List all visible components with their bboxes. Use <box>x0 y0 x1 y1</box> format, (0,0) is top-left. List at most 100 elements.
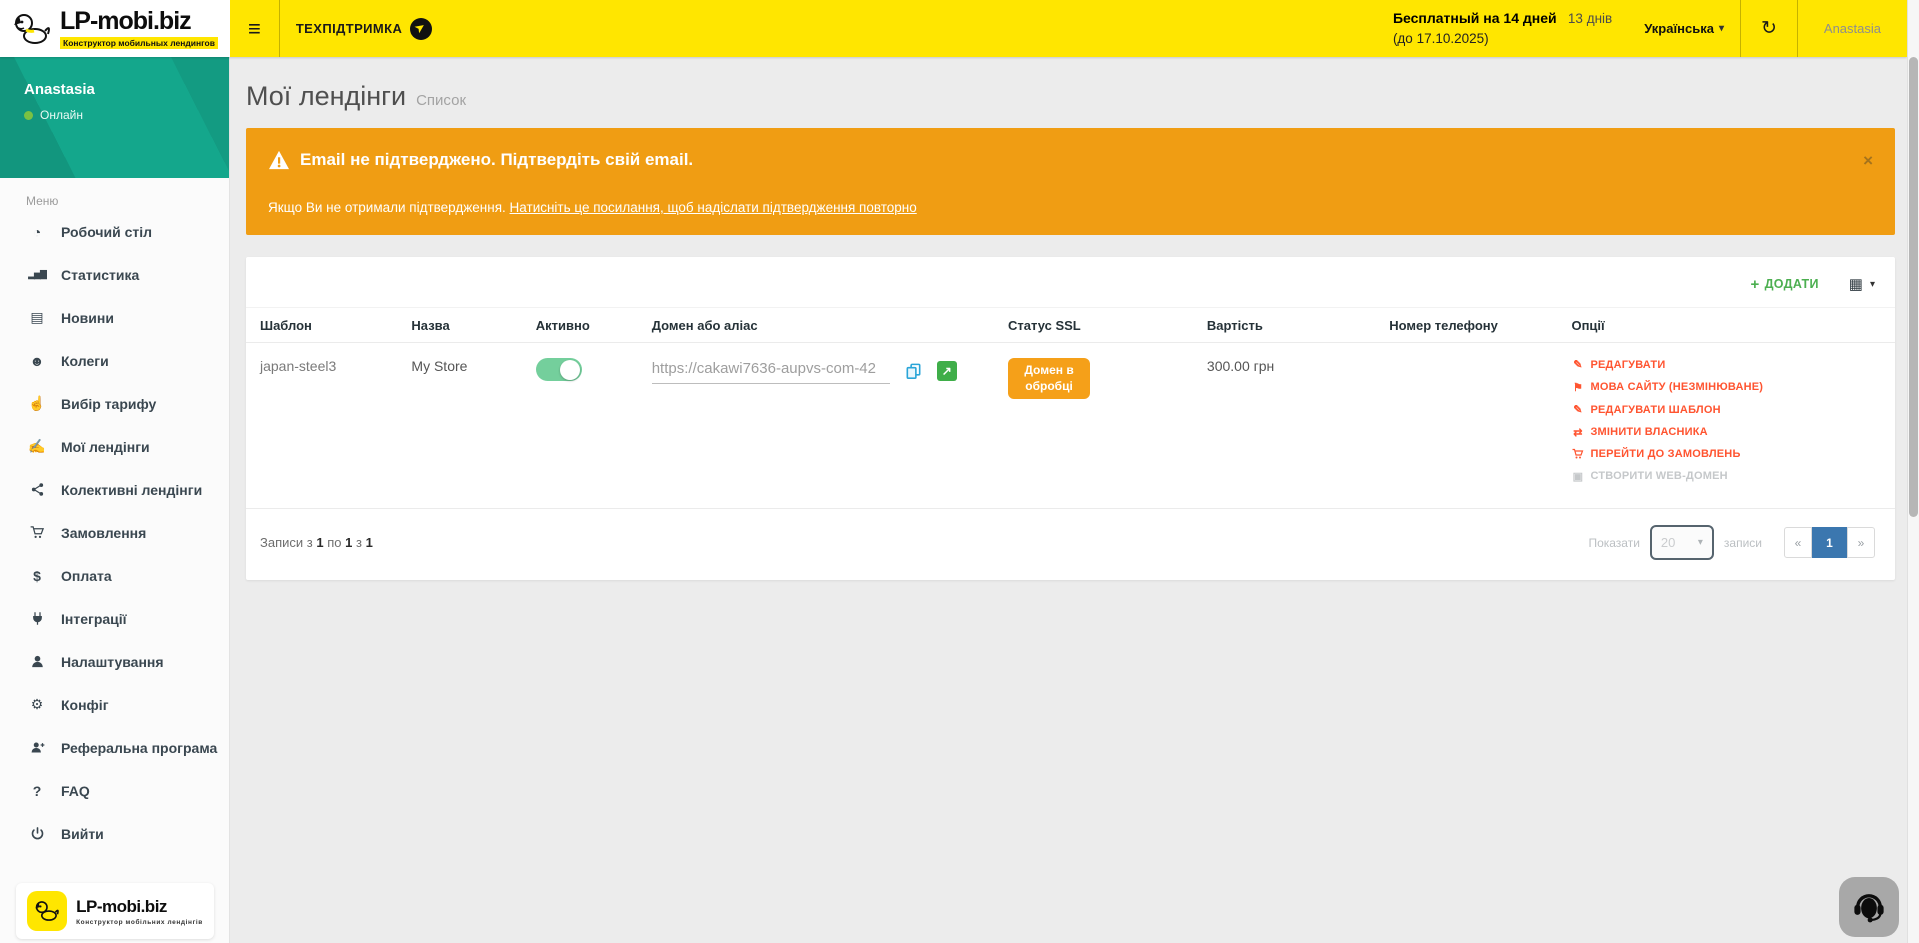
grid-icon: ▦ <box>1849 275 1863 293</box>
sidebar-item-faq[interactable]: ? FAQ <box>0 769 229 812</box>
option-change-owner[interactable]: ⇄ ЗМІНИТИ ВЛАСНИКА <box>1571 426 1887 439</box>
option-site-language[interactable]: ⚑ МОВА САЙТУ (НЕЗМІНЮВАНЕ) <box>1571 381 1887 394</box>
support-label: ТЕХПІДТРИМКА <box>296 21 402 36</box>
sidebar-username: Anastasia <box>24 81 229 98</box>
ssl-status-badge: Домен в обробці <box>1008 358 1090 399</box>
sidebar-item-collective-landings[interactable]: Колективні лендінги <box>0 468 229 511</box>
news-icon: ▤ <box>26 309 48 326</box>
per-page-select[interactable]: 20 ▾ <box>1650 525 1714 560</box>
cell-options: ✎ РЕДАГУВАТИ ⚑ МОВА САЙТУ (НЕЗМІНЮВАНЕ) … <box>1563 343 1895 503</box>
warning-icon <box>268 150 290 170</box>
page-scrollbar[interactable] <box>1907 0 1919 943</box>
refresh-button[interactable]: ↻ <box>1741 0 1797 57</box>
records-summary: Записи з 1 по 1 з 1 <box>260 535 373 550</box>
cart-icon <box>1571 448 1584 460</box>
menu-section-label: Меню <box>26 194 229 208</box>
support-chat-button[interactable] <box>1839 877 1899 937</box>
add-landing-button[interactable]: + ДОДАТИ <box>1751 276 1819 293</box>
cart-icon <box>26 525 48 540</box>
pager-page-1[interactable]: 1 <box>1812 527 1847 558</box>
active-toggle[interactable] <box>536 358 582 381</box>
sidebar-item-dashboard[interactable]: ◔ Робочий стіл <box>0 210 229 253</box>
option-go-to-orders[interactable]: ПЕРЕЙТИ ДО ЗАМОВЛЕНЬ <box>1571 448 1887 460</box>
edit-icon: ✎ <box>1571 403 1584 416</box>
domain-input[interactable] <box>652 358 890 384</box>
col-options: Опції <box>1563 308 1895 343</box>
sidebar-item-colleagues[interactable]: ☻ Колеги <box>0 339 229 382</box>
language-selector[interactable]: Українська ▾ <box>1628 0 1740 57</box>
online-status-dot <box>24 111 33 120</box>
cell-template: japan-steel3 <box>246 343 403 503</box>
plus-icon: + <box>1751 276 1760 293</box>
logo-tagline: Конструктор мобильных лендингов <box>60 37 218 49</box>
landings-table: Шаблон Назва Активно Домен або аліас Ста… <box>246 307 1895 502</box>
trial-days-left: 13 днів <box>1568 11 1612 26</box>
caret-down-icon: ▾ <box>1870 279 1875 290</box>
col-ssl-status: Статус SSL <box>1000 308 1199 343</box>
language-icon: ⚑ <box>1571 381 1584 394</box>
email-alert: Email не підтверджено. Підтвердіть свій … <box>246 128 1895 235</box>
share-icon <box>26 482 48 497</box>
alert-title: Email не підтверджено. Підтвердіть свій … <box>300 150 693 170</box>
pager-prev-button[interactable]: « <box>1784 527 1812 558</box>
table-toolbar: + ДОДАТИ ▦ ▾ <box>246 257 1895 307</box>
alert-body: Якщо Ви не отримали підтвердження. <box>268 200 506 215</box>
column-settings-button[interactable]: ▦ ▾ <box>1849 275 1875 293</box>
alert-close-button[interactable]: × <box>1863 152 1873 169</box>
option-edit-template[interactable]: ✎ РЕДАГУВАТИ ШАБЛОН <box>1571 403 1887 416</box>
users-icon: ☻ <box>26 353 48 369</box>
show-label: Показати <box>1588 536 1639 550</box>
page-subtitle: Список <box>416 92 466 109</box>
resend-confirmation-link[interactable]: Натисніть це посилання, щоб надіслати пі… <box>510 200 917 215</box>
scrollbar-thumb[interactable] <box>1909 57 1918 517</box>
plug-icon <box>26 611 48 626</box>
gears-icon: ⚙ <box>26 696 48 713</box>
table-footer: Записи з 1 по 1 з 1 Показати 20 ▾ записи… <box>246 508 1895 580</box>
hand-pointer-icon: ☝ <box>26 395 48 412</box>
topbar: LP-mobi.biz Конструктор мобильных лендин… <box>0 0 1907 57</box>
sidebar-item-integrations[interactable]: Інтеграції <box>0 597 229 640</box>
refresh-icon: ↻ <box>1761 17 1777 40</box>
headset-icon <box>1851 889 1887 925</box>
open-landing-button[interactable]: ↗ <box>937 361 957 381</box>
power-icon <box>26 826 48 841</box>
sidebar-item-referral[interactable]: Реферальна програма <box>0 726 229 769</box>
pagination: « 1 » <box>1784 527 1875 558</box>
sidebar-item-config[interactable]: ⚙ Конфіг <box>0 683 229 726</box>
sidebar-user-panel: Anastasia Онлайн <box>0 57 229 178</box>
landings-panel: + ДОДАТИ ▦ ▾ Шаблон Назва Активно Домен … <box>246 257 1895 580</box>
footer-logo-title: LP-mobi.biz <box>76 897 203 917</box>
option-create-web-domain: ▣ СТВОРИТИ WEB-ДОМЕН <box>1571 470 1887 483</box>
caret-down-icon: ▾ <box>1698 537 1703 548</box>
sidebar-item-statistics[interactable]: ▂▅▇ Статистика <box>0 253 229 296</box>
sidebar-item-payment[interactable]: $ Оплата <box>0 554 229 597</box>
chevron-down-icon: ▾ <box>1719 23 1724 34</box>
copy-icon[interactable] <box>904 362 923 381</box>
question-icon: ? <box>26 783 48 799</box>
cell-name: My Store <box>403 343 527 503</box>
app-logo[interactable]: LP-mobi.biz Конструктор мобильных лендин… <box>0 0 230 57</box>
sidebar-item-settings[interactable]: Налаштування <box>0 640 229 683</box>
table-header-row: Шаблон Назва Активно Домен або аліас Ста… <box>246 308 1895 343</box>
pager-next-button[interactable]: » <box>1847 527 1875 558</box>
col-domain: Домен або аліас <box>644 308 1000 343</box>
support-link[interactable]: ТЕХПІДТРИМКА ➤ <box>280 0 448 57</box>
sidebar-footer-logo[interactable]: LP-mobi.biz Конструктор мобільних лендін… <box>16 883 214 939</box>
sidebar-item-my-landings[interactable]: ✍ Мої лендінги <box>0 425 229 468</box>
main-content: Мої лендінги Список Email не підтверджен… <box>230 57 1907 943</box>
col-name: Назва <box>403 308 527 343</box>
external-link-icon: ↗ <box>942 364 952 378</box>
stats-icon: ▂▅▇ <box>26 269 48 280</box>
sidebar-item-news[interactable]: ▤ Новини <box>0 296 229 339</box>
user-plus-icon <box>26 740 48 755</box>
user-menu[interactable]: Anastasia <box>1798 0 1907 57</box>
dog-logo-icon <box>12 9 52 49</box>
option-edit[interactable]: ✎ РЕДАГУВАТИ <box>1571 358 1887 371</box>
page-title: Мої лендінги <box>246 81 406 112</box>
dog-logo-icon <box>27 891 67 931</box>
menu-toggle-button[interactable]: ≡ <box>230 0 279 57</box>
sidebar-item-logout[interactable]: Вийти <box>0 812 229 855</box>
sidebar-item-tariff[interactable]: ☝ Вибір тарифу <box>0 382 229 425</box>
hamburger-icon: ≡ <box>248 16 261 42</box>
sidebar-item-orders[interactable]: Замовлення <box>0 511 229 554</box>
